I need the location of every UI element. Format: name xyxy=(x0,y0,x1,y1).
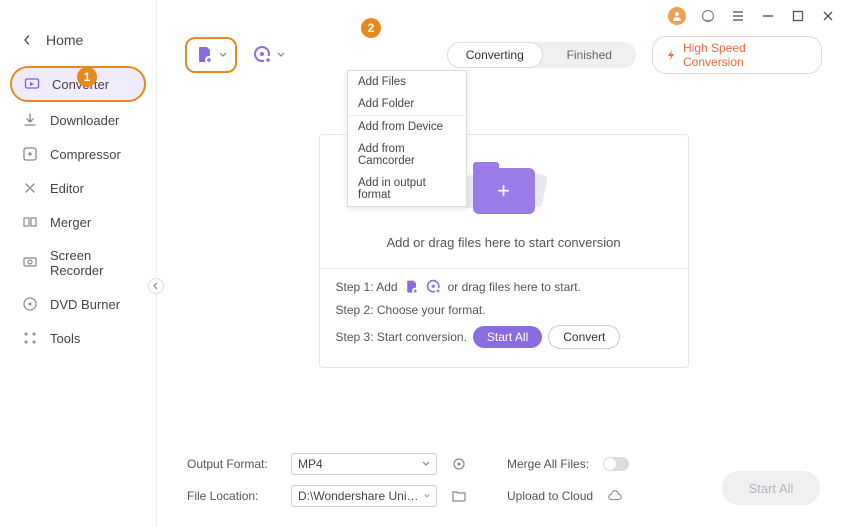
maximize-icon[interactable] xyxy=(790,8,806,24)
steps: Step 1: Add or drag files here to start.… xyxy=(320,269,688,349)
add-disc-button[interactable] xyxy=(253,45,285,65)
step-2: Step 2: Choose your format. xyxy=(336,303,672,317)
home-label: Home xyxy=(46,32,83,48)
chevron-down-icon xyxy=(424,492,430,500)
converter-icon xyxy=(24,76,40,92)
sidebar-item-label: Downloader xyxy=(50,113,119,128)
close-icon[interactable] xyxy=(820,8,836,24)
dropzone-text: Add or drag files here to start conversi… xyxy=(386,235,620,258)
titlebar xyxy=(157,0,850,26)
step-1: Step 1: Add or drag files here to start. xyxy=(336,279,672,295)
add-files-button[interactable] xyxy=(185,37,237,73)
folder-icon[interactable] xyxy=(451,488,467,504)
high-speed-label: High Speed Conversion xyxy=(683,41,809,69)
folder-illustration: + xyxy=(459,161,549,221)
callout-badge-2: 2 xyxy=(361,18,381,38)
content-area: + Add or drag files here to start conver… xyxy=(157,84,850,443)
sidebar-item-editor[interactable]: Editor xyxy=(10,172,146,204)
back-icon xyxy=(22,35,32,45)
chevron-down-icon xyxy=(422,460,430,468)
status-tab-group: Converting Finished xyxy=(447,42,636,68)
support-icon[interactable] xyxy=(700,8,716,24)
upload-cloud-label: Upload to Cloud xyxy=(507,489,593,503)
tools-icon xyxy=(22,330,38,346)
start-all-button-small[interactable]: Start All xyxy=(473,326,542,348)
plus-icon: + xyxy=(497,178,510,204)
dropdown-item-add-files[interactable]: Add Files xyxy=(348,71,466,93)
dropdown-item-add-in-output-format[interactable]: Add in output format xyxy=(348,172,466,206)
add-file-icon xyxy=(195,45,215,65)
lightning-icon xyxy=(665,49,677,61)
high-speed-button[interactable]: High Speed Conversion xyxy=(652,36,822,74)
merge-toggle[interactable] xyxy=(603,457,629,471)
user-avatar-icon[interactable] xyxy=(668,7,686,25)
merger-icon xyxy=(22,214,38,230)
add-files-dropdown: Add Files Add Folder Add from Device Add… xyxy=(347,70,467,207)
callout-badge-1: 1 xyxy=(77,67,97,87)
downloader-icon xyxy=(22,112,38,128)
back-home-row[interactable]: Home xyxy=(0,32,156,66)
add-disc-icon xyxy=(253,45,273,65)
screen-recorder-icon xyxy=(22,255,38,271)
toolbar: 2 Converting Finished High Speed xyxy=(157,26,850,84)
step-3: Step 3: Start conversion. Start All Conv… xyxy=(336,325,672,349)
main-area: 2 Converting Finished High Speed xyxy=(157,0,850,527)
output-format-select[interactable]: MP4 xyxy=(291,453,437,475)
start-all-button[interactable]: Start All xyxy=(722,471,820,505)
sidebar-item-label: Screen Recorder xyxy=(50,248,134,278)
dvd-burner-icon xyxy=(22,296,38,312)
sidebar-item-label: Tools xyxy=(50,331,80,346)
tab-finished[interactable]: Finished xyxy=(543,42,637,68)
convert-button[interactable]: Convert xyxy=(548,325,620,349)
merge-label: Merge All Files: xyxy=(507,457,589,471)
sidebar-item-label: Editor xyxy=(50,181,84,196)
minimize-icon[interactable] xyxy=(760,8,776,24)
menu-icon[interactable] xyxy=(730,8,746,24)
file-location-select[interactable]: D:\Wondershare UniConverter 1 xyxy=(291,485,437,507)
dropdown-item-add-from-camcorder[interactable]: Add from Camcorder xyxy=(348,138,466,172)
output-format-label: Output Format: xyxy=(187,457,277,471)
sidebar-item-screen-recorder[interactable]: Screen Recorder xyxy=(10,240,146,286)
sidebar-item-merger[interactable]: Merger xyxy=(10,206,146,238)
sidebar-item-converter[interactable]: Converter 1 xyxy=(10,66,146,102)
chevron-down-icon xyxy=(219,51,227,59)
sidebar-item-label: Compressor xyxy=(50,147,121,162)
add-disc-icon[interactable] xyxy=(426,279,442,295)
editor-icon xyxy=(22,180,38,196)
sidebar-item-compressor[interactable]: Compressor xyxy=(10,138,146,170)
settings-icon[interactable] xyxy=(451,456,467,472)
compressor-icon xyxy=(22,146,38,162)
sidebar-item-label: DVD Burner xyxy=(50,297,120,312)
cloud-icon[interactable] xyxy=(607,488,623,504)
file-location-label: File Location: xyxy=(187,489,277,503)
add-file-icon[interactable] xyxy=(404,279,420,295)
sidebar-item-downloader[interactable]: Downloader xyxy=(10,104,146,136)
sidebar-item-label: Merger xyxy=(50,215,91,230)
sidebar: Home Converter 1 Downloader Compressor xyxy=(0,0,157,527)
tab-converting[interactable]: Converting xyxy=(447,42,543,68)
dropdown-item-add-from-device[interactable]: Add from Device xyxy=(348,115,466,138)
chevron-down-icon xyxy=(277,51,285,59)
dropdown-item-add-folder[interactable]: Add Folder xyxy=(348,93,466,115)
sidebar-item-dvd-burner[interactable]: DVD Burner xyxy=(10,288,146,320)
sidebar-item-tools[interactable]: Tools xyxy=(10,322,146,354)
